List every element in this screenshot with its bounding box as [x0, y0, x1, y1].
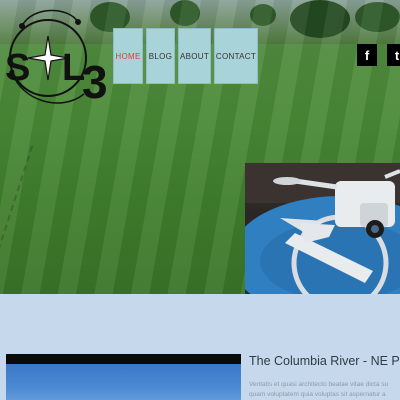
facebook-glyph: f — [364, 47, 370, 63]
nav-blog[interactable]: BLOG — [146, 28, 175, 84]
post-excerpt-line-2: quam voluptatem quia voluptas sit aspern… — [249, 391, 386, 398]
sol3-logo[interactable]: S L 3 — [2, 2, 112, 114]
svg-text:3: 3 — [82, 56, 108, 108]
nav-home[interactable]: HOME — [113, 28, 143, 84]
nav-about[interactable]: ABOUT — [178, 28, 211, 84]
post-excerpt-line-1: Veritatis et quasi architecto beatae vit… — [249, 381, 389, 388]
drone-photo — [245, 163, 400, 294]
twitter-icon[interactable]: t — [387, 44, 400, 66]
post-excerpt: Veritatis et quasi architecto beatae vit… — [249, 380, 400, 400]
nav-contact[interactable]: CONTACT — [214, 28, 258, 84]
main-nav: HOME BLOG ABOUT CONTACT — [113, 28, 258, 84]
sky-photo — [6, 364, 241, 400]
twitter-glyph: t — [394, 47, 400, 63]
drone-illustration — [245, 163, 400, 294]
svg-text:S: S — [5, 47, 30, 89]
post-thumbnail[interactable] — [6, 354, 241, 400]
post-title[interactable]: The Columbia River - NE Port — [249, 354, 400, 368]
facebook-icon[interactable]: f — [357, 44, 377, 66]
